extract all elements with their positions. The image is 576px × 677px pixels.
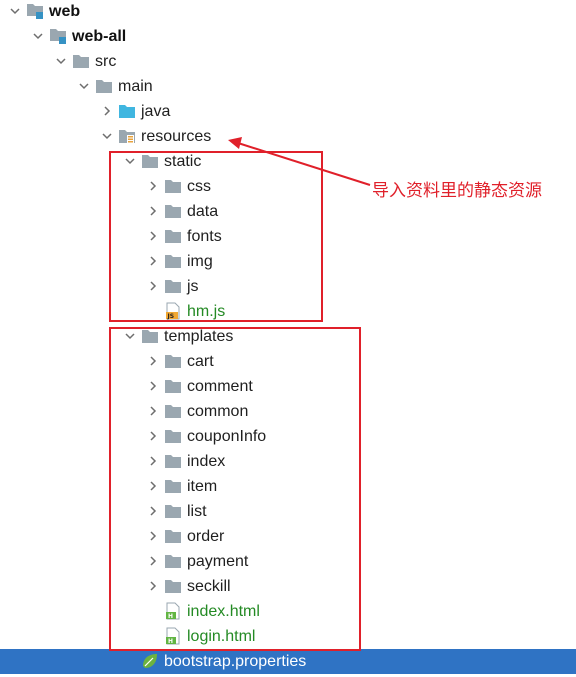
annotation-arrow: [228, 137, 371, 186]
annotation-text: 导入资料里的静态资源: [372, 181, 542, 201]
